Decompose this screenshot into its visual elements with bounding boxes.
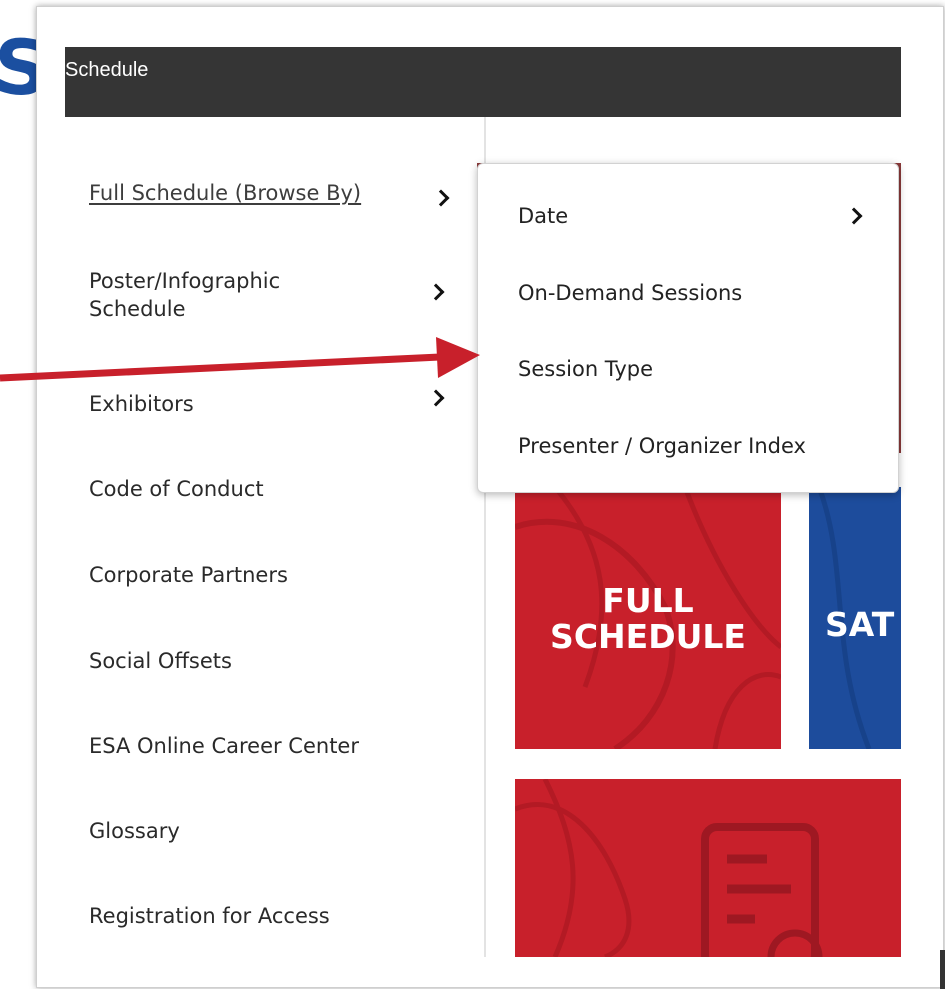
- dropdown-item-session-type[interactable]: Session Type: [518, 357, 653, 381]
- chevron-right-icon[interactable]: [427, 283, 445, 301]
- sidebar-item-glossary[interactable]: Glossary: [89, 817, 180, 845]
- tile-full-schedule[interactable]: FULL SCHEDULE: [515, 487, 781, 749]
- browse-by-dropdown: Date On-Demand Sessions Session Type Pre…: [477, 163, 899, 493]
- sidebar-item-poster-schedule[interactable]: Poster/Infographic Schedule: [89, 267, 349, 323]
- tile-label-line1: FULL: [602, 581, 694, 620]
- chevron-right-icon[interactable]: [845, 207, 863, 225]
- chevron-right-icon[interactable]: [432, 189, 450, 207]
- sidebar-item-corporate-partners[interactable]: Corporate Partners: [89, 561, 288, 589]
- schedule-menu-panel: Schedule FULL SCHEDULE SAT Full Schedule…: [36, 6, 944, 988]
- sidebar-nav: Full Schedule (Browse By) Poster/Infogra…: [37, 117, 486, 957]
- document-icon: [701, 823, 819, 957]
- header-title: Schedule: [65, 59, 149, 81]
- sidebar-item-social-offsets[interactable]: Social Offsets: [89, 647, 232, 675]
- tile-saturday-label: SAT: [825, 605, 895, 644]
- dropdown-item-date[interactable]: Date: [518, 204, 568, 228]
- sidebar-item-registration[interactable]: Registration for Access: [89, 902, 330, 930]
- sidebar-item-exhibitors[interactable]: Exhibitors: [89, 390, 194, 418]
- tile-full-schedule-label: FULL SCHEDULE: [515, 583, 781, 655]
- sidebar-item-career-center[interactable]: ESA Online Career Center: [89, 732, 359, 760]
- dropdown-item-presenter-index[interactable]: Presenter / Organizer Index: [518, 434, 806, 458]
- sidebar-item-full-schedule[interactable]: Full Schedule (Browse By): [89, 179, 361, 207]
- tile-document[interactable]: [515, 779, 901, 957]
- tile-saturday[interactable]: SAT: [809, 487, 901, 749]
- header-bar: Schedule: [65, 47, 901, 117]
- background-edge: [940, 950, 945, 989]
- document-tile-art: [515, 779, 823, 957]
- sidebar-item-code-of-conduct[interactable]: Code of Conduct: [89, 475, 264, 503]
- dropdown-item-on-demand[interactable]: On-Demand Sessions: [518, 281, 742, 305]
- tile-label-line2: SCHEDULE: [550, 617, 746, 656]
- chevron-right-icon[interactable]: [427, 389, 445, 407]
